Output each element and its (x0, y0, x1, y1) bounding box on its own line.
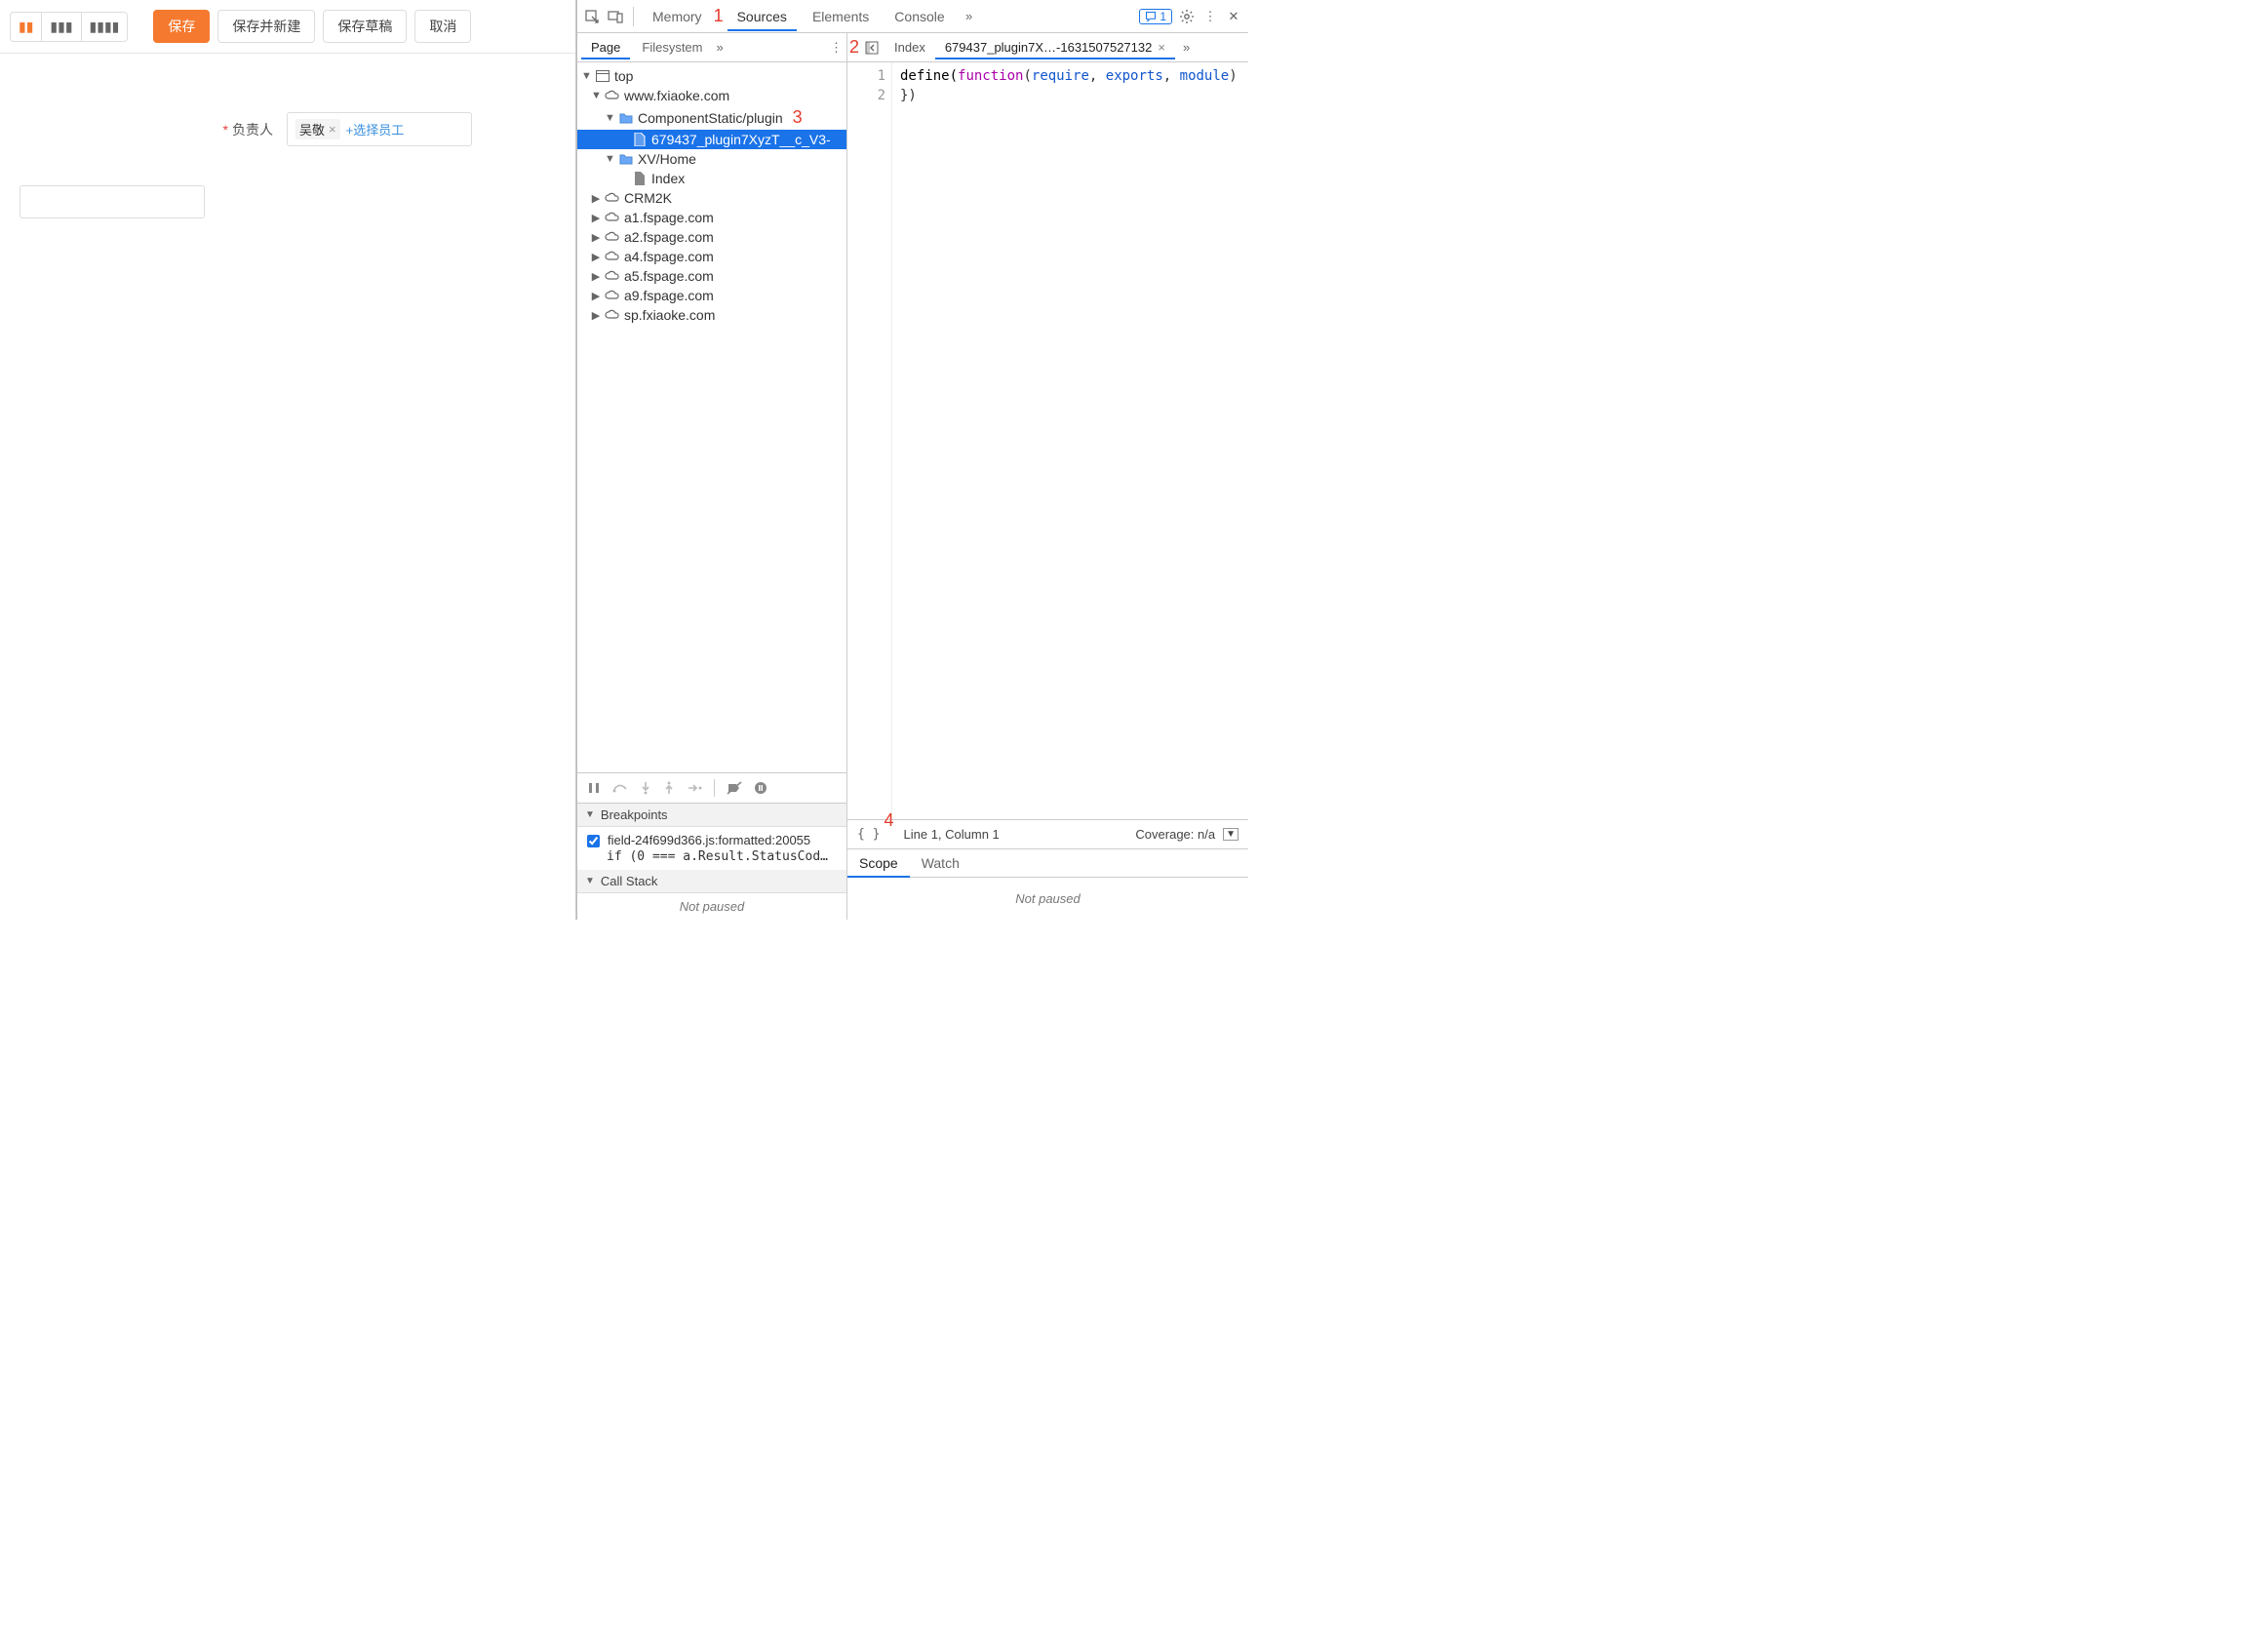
folder-icon (618, 110, 634, 126)
cloud-icon (605, 249, 620, 264)
tree-domain[interactable]: ▶sp.fxiaoke.com (577, 305, 846, 325)
cloud-icon (605, 190, 620, 206)
cloud-icon (605, 210, 620, 225)
file-icon (632, 132, 648, 147)
tab-filesystem[interactable]: Filesystem (632, 36, 712, 59)
coverage-dropdown-icon[interactable]: ▼ (1223, 828, 1238, 841)
more-navigator-tabs-icon[interactable]: » (717, 40, 724, 55)
pause-icon[interactable] (587, 781, 601, 795)
annotation-4: 4 (884, 810, 893, 831)
editor-tab-index[interactable]: Index (885, 36, 935, 59)
cloud-icon (605, 88, 620, 103)
tree-domain[interactable]: ▶a9.fspage.com (577, 286, 846, 305)
text-input[interactable] (20, 185, 205, 218)
file-icon (632, 171, 648, 186)
window-icon (595, 68, 610, 84)
layout-four-column-icon[interactable]: ▮▮▮▮ (82, 13, 128, 41)
tree-folder[interactable]: ▼ XV/Home (577, 149, 846, 169)
breakpoint-code: if (0 === a.Result.StatusCod… (577, 849, 846, 870)
tree-domain[interactable]: ▶a4.fspage.com (577, 247, 846, 266)
owner-input[interactable]: 吴敬 × +选择员工 (287, 112, 472, 146)
callstack-section[interactable]: ▼Call Stack (577, 870, 846, 893)
navigator-menu-icon[interactable]: ⋮ (830, 40, 843, 56)
line-gutter: 1 2 (847, 62, 892, 819)
kebab-menu-icon[interactable]: ⋮ (1201, 8, 1219, 25)
tree-domain[interactable]: ▶a5.fspage.com (577, 266, 846, 286)
close-tab-icon[interactable]: × (1158, 40, 1165, 55)
app-toolbar: ▮▮ ▮▮▮ ▮▮▮▮ 保存 保存并新建 保存草稿 取消 (0, 0, 575, 54)
layout-two-column-icon[interactable]: ▮▮ (11, 13, 42, 41)
tab-watch[interactable]: Watch (910, 849, 971, 877)
tree-file-selected[interactable]: 679437_plugin7XyzT__c_V3- (577, 130, 846, 149)
toggle-navigator-icon[interactable] (859, 41, 885, 55)
code-editor[interactable]: 1 2 define(function(require, exports, mo… (847, 62, 1248, 819)
step-into-icon[interactable] (640, 781, 651, 795)
annotation-2: 2 (847, 37, 859, 58)
breakpoints-section[interactable]: ▼Breakpoints (577, 804, 846, 827)
cancel-button[interactable]: 取消 (414, 10, 471, 43)
inspect-element-icon[interactable] (583, 8, 601, 25)
owner-tag: 吴敬 × (295, 119, 340, 139)
breakpoint-checkbox[interactable] (587, 835, 600, 847)
devtools: Memory 1 Sources Elements Console » 1 ⋮ … (576, 0, 1248, 920)
cloud-icon (605, 229, 620, 245)
device-toggle-icon[interactable] (607, 8, 624, 25)
breakpoint-item[interactable]: field-24f699d366.js:formatted:20055 (577, 827, 846, 849)
layout-toggle: ▮▮ ▮▮▮ ▮▮▮▮ (10, 12, 128, 42)
owner-label: *负责人 (20, 120, 273, 139)
tree-domain[interactable]: ▶a1.fspage.com (577, 208, 846, 227)
pretty-print-icon[interactable]: { } (857, 827, 880, 842)
tree-top[interactable]: ▼ top (577, 66, 846, 86)
step-out-icon[interactable] (663, 781, 675, 795)
callstack-empty: Not paused (577, 893, 846, 920)
step-over-icon[interactable] (612, 781, 628, 795)
settings-icon[interactable] (1178, 8, 1196, 25)
tab-memory[interactable]: Memory (643, 3, 712, 30)
pause-on-exceptions-icon[interactable] (754, 781, 767, 795)
editor-status-bar: { } 4 Line 1, Column 1 Coverage: n/a ▼ (847, 819, 1248, 848)
scope-empty: Not paused (847, 878, 1248, 920)
code-content: define(function(require, exports, module… (892, 62, 1238, 819)
close-devtools-icon[interactable]: ✕ (1225, 8, 1242, 25)
tree-domain[interactable]: ▶a2.fspage.com (577, 227, 846, 247)
tree-folder[interactable]: ▼ ComponentStatic/plugin 3 (577, 105, 846, 130)
folder-icon (618, 151, 634, 167)
tab-page[interactable]: Page (581, 36, 630, 59)
cloud-icon (605, 288, 620, 303)
tab-console[interactable]: Console (885, 3, 954, 30)
more-tabs-icon[interactable]: » (961, 8, 978, 25)
annotation-1: 1 (714, 6, 724, 26)
remove-tag-icon[interactable]: × (329, 122, 336, 137)
cursor-position: Line 1, Column 1 (904, 827, 1000, 842)
cloud-icon (605, 268, 620, 284)
messages-badge[interactable]: 1 (1139, 9, 1172, 24)
more-editor-tabs-icon[interactable]: » (1175, 40, 1198, 55)
tree-domain[interactable]: ▼ www.fxiaoke.com (577, 86, 846, 105)
cloud-icon (605, 307, 620, 323)
annotation-3: 3 (793, 107, 803, 128)
editor-tab-plugin[interactable]: 679437_plugin7X…-1631507527132 × (935, 36, 1175, 59)
tree-domain[interactable]: ▶CRM2K (577, 188, 846, 208)
add-employee-link[interactable]: +选择员工 (346, 120, 405, 138)
debugger-controls (577, 773, 846, 804)
coverage-status: Coverage: n/a (1135, 827, 1215, 842)
step-icon[interactable] (687, 781, 702, 795)
save-button[interactable]: 保存 (153, 10, 210, 43)
save-draft-button[interactable]: 保存草稿 (323, 10, 407, 43)
tab-elements[interactable]: Elements (803, 3, 879, 30)
tab-sources[interactable]: Sources (727, 3, 797, 30)
tab-scope[interactable]: Scope (847, 849, 910, 877)
file-tree: ▼ top ▼ www.fxiaoke.com ▼ ComponentStati… (577, 62, 846, 772)
layout-three-column-icon[interactable]: ▮▮▮ (42, 13, 81, 41)
deactivate-breakpoints-icon[interactable] (727, 781, 742, 795)
save-and-new-button[interactable]: 保存并新建 (217, 10, 315, 43)
tree-file[interactable]: Index (577, 169, 846, 188)
